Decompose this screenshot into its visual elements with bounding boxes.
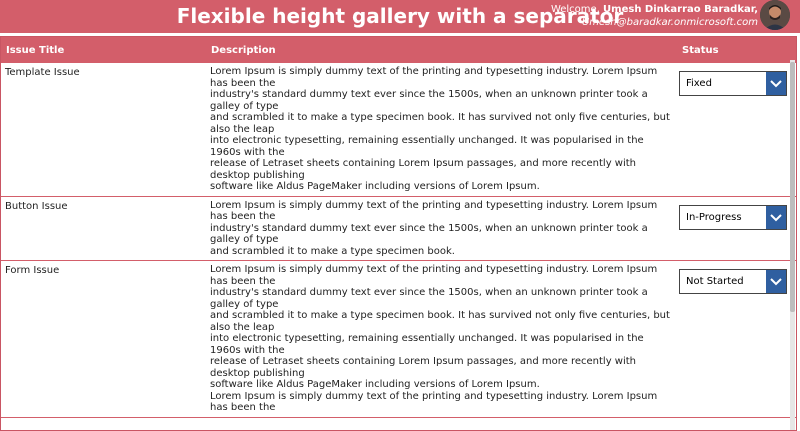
gallery: Template Issue Lorem Ipsum is simply dum… xyxy=(1,63,796,418)
description-line: and scrambled it to make a type specimen… xyxy=(210,310,670,333)
description-line: and scrambled it to make a type specimen… xyxy=(210,245,455,257)
status-value: Fixed xyxy=(686,78,712,89)
issue-title: Template Issue xyxy=(5,67,80,78)
issue-title: Button Issue xyxy=(5,200,68,212)
issue-title: Form Issue xyxy=(5,265,60,276)
col-header-status: Status xyxy=(682,45,719,56)
description-line: industry's standard dummy text ever sinc… xyxy=(210,287,648,310)
gallery-row[interactable]: Template Issue Lorem Ipsum is simply dum… xyxy=(1,63,796,197)
issue-description: Lorem Ipsum is simply dummy text of the … xyxy=(210,63,670,196)
description-line: into electronic typesetting, remaining e… xyxy=(210,333,644,356)
description-line: Lorem Ipsum is simply dummy text of the … xyxy=(210,390,658,414)
user-email: Umesh@baradkar.onmicrosoft.com xyxy=(581,17,758,28)
description-line: Lorem Ipsum is simply dummy text of the … xyxy=(210,264,658,287)
description-line: software like Aldus PageMaker including … xyxy=(210,379,540,390)
app-header: Flexible height gallery with a separator… xyxy=(0,0,800,33)
gallery-panel: Issue Title Description Status Template … xyxy=(0,36,797,431)
status-value: Not Started xyxy=(686,276,744,287)
status-dropdown[interactable]: In-Progress xyxy=(679,204,787,230)
description-line: Lorem Ipsum is simply dummy text of the … xyxy=(210,199,658,223)
avatar[interactable] xyxy=(760,0,790,30)
user-info: Welcome, Umesh Dinkarrao Baradkar, Umesh… xyxy=(551,3,758,29)
description-line: Lorem Ipsum is simply dummy text of the … xyxy=(210,66,658,89)
chevron-down-icon[interactable] xyxy=(766,72,786,95)
description-line: into electronic typesetting, remaining e… xyxy=(210,135,644,158)
description-line: release of Letraset sheets containing Lo… xyxy=(210,158,637,181)
description-line: and scrambled it to make a type specimen… xyxy=(210,112,670,135)
description-line: industry's standard dummy text ever sinc… xyxy=(210,222,648,246)
table-header: Issue Title Description Status xyxy=(1,37,796,63)
col-header-title: Issue Title xyxy=(6,45,65,56)
user-avatar-icon xyxy=(760,0,790,30)
welcome-prefix: Welcome, xyxy=(550,4,604,15)
issue-description: Lorem Ipsum is simply dummy text of the … xyxy=(210,197,670,261)
col-header-description: Description xyxy=(211,45,276,56)
chevron-down-icon[interactable] xyxy=(766,270,786,293)
chevron-down-icon[interactable] xyxy=(766,205,786,229)
gallery-row[interactable]: Button Issue Lorem Ipsum is simply dummy… xyxy=(1,197,796,261)
description-line: software like Aldus PageMaker including … xyxy=(210,181,540,192)
gallery-scrollbar-thumb[interactable] xyxy=(790,62,795,312)
gallery-row[interactable]: Form Issue Lorem Ipsum is simply dummy t… xyxy=(1,261,796,418)
status-dropdown[interactable]: Fixed xyxy=(679,71,787,96)
status-value: In-Progress xyxy=(686,211,742,223)
issue-description: Lorem Ipsum is simply dummy text of the … xyxy=(210,261,670,417)
description-line: release of Letraset sheets containing Lo… xyxy=(210,356,637,379)
status-dropdown[interactable]: Not Started xyxy=(679,269,787,294)
user-name: Umesh Dinkarrao Baradkar, xyxy=(603,4,758,15)
description-line: industry's standard dummy text ever sinc… xyxy=(210,89,648,112)
